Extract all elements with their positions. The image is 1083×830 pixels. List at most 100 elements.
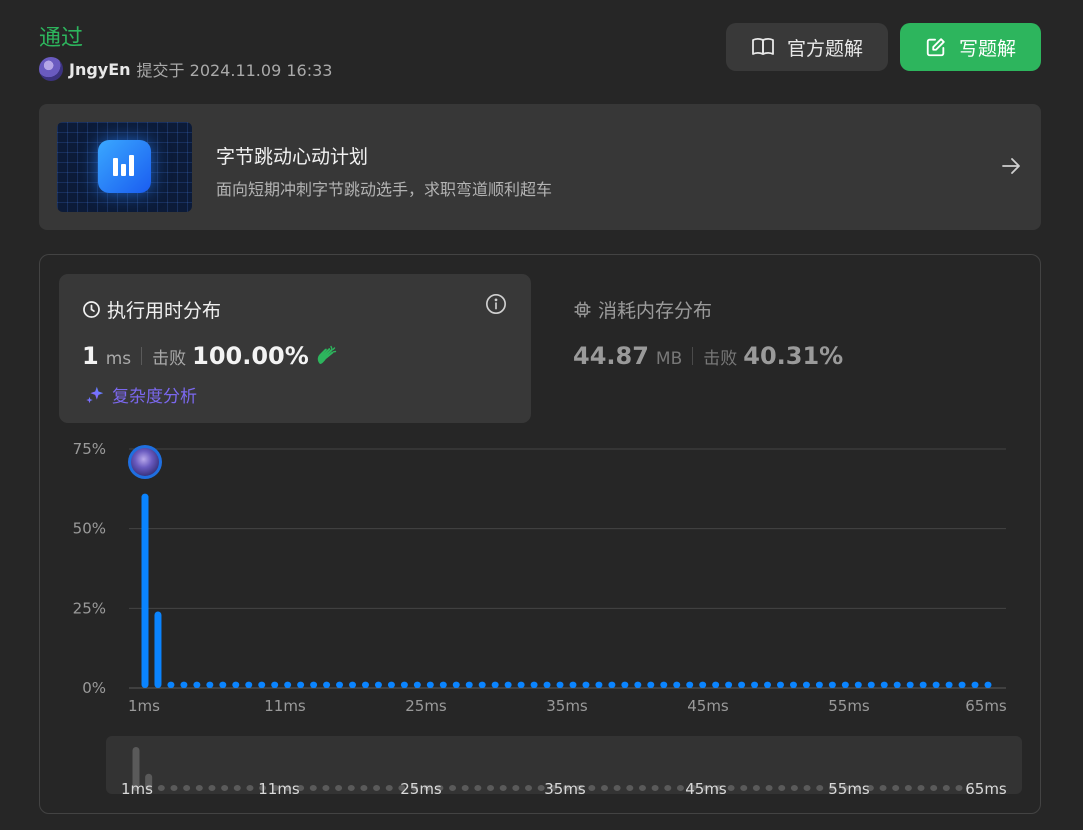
histogram-bar[interactable] (634, 681, 642, 688)
histogram-bar[interactable] (452, 681, 460, 688)
histogram-bar[interactable] (206, 681, 214, 688)
histogram-bar[interactable] (504, 681, 512, 688)
histogram-bar[interactable] (517, 681, 525, 688)
histogram-bar[interactable] (400, 681, 408, 688)
histogram-bar[interactable] (413, 681, 421, 688)
histogram-bar[interactable] (349, 681, 357, 688)
user-avatar[interactable] (39, 57, 63, 81)
histogram-bar[interactable] (141, 493, 149, 688)
navigator-tick-label: 45ms (685, 780, 727, 798)
histogram-bar[interactable] (841, 681, 849, 688)
histogram-bar[interactable] (387, 681, 395, 688)
histogram-bar[interactable] (219, 681, 227, 688)
histogram-bar[interactable] (893, 681, 901, 688)
histogram-bar[interactable] (284, 681, 292, 688)
histogram-bar[interactable] (686, 681, 694, 688)
histogram-bar[interactable] (867, 681, 875, 688)
histogram-bar[interactable] (154, 611, 162, 688)
navigator-bar (233, 785, 241, 791)
histogram-bar[interactable] (738, 681, 746, 688)
navigator-bar (335, 785, 343, 791)
histogram-bar[interactable] (323, 681, 331, 688)
write-solution-button[interactable]: 写题解 (900, 23, 1041, 71)
official-solution-button[interactable]: 官方题解 (726, 23, 888, 71)
histogram-bar[interactable] (764, 681, 772, 688)
navigator-bar (816, 785, 824, 791)
histogram-bar[interactable] (245, 681, 253, 688)
histogram-bar[interactable] (439, 681, 447, 688)
histogram-bar[interactable] (971, 681, 979, 688)
histogram-bar[interactable] (919, 681, 927, 688)
histogram-bar[interactable] (699, 681, 707, 688)
official-solution-label: 官方题解 (786, 37, 863, 60)
histogram-bar[interactable] (647, 681, 655, 688)
histogram-bar[interactable] (789, 681, 797, 688)
submission-status: 通过 (39, 26, 84, 51)
submitter-line: JngyEn 提交于 2024.11.09 16:33 (39, 56, 332, 82)
navigator-tick-label: 55ms (828, 780, 870, 798)
histogram-bar[interactable] (880, 681, 888, 688)
histogram-bar[interactable] (712, 681, 720, 688)
x-tick-label: 25ms (405, 697, 447, 715)
histogram-bar[interactable] (193, 681, 201, 688)
banner-title: 字节跳动心动计划 (216, 146, 369, 168)
histogram-bar[interactable] (465, 681, 473, 688)
histogram-bar[interactable] (336, 681, 344, 688)
navigator-bar (600, 785, 608, 791)
histogram-bar[interactable] (595, 681, 603, 688)
histogram-bar[interactable] (725, 681, 733, 688)
arrow-right-icon[interactable] (999, 154, 1023, 178)
histogram-bar[interactable] (543, 681, 551, 688)
histogram-bar[interactable] (608, 681, 616, 688)
runtime-distribution-chart[interactable]: 0% 25% 50% 75% 1ms 11ms 25ms 35ms 45ms 55ms 65ms 1m… (40, 255, 1040, 813)
histogram-bar[interactable] (232, 681, 240, 688)
histogram-bar[interactable] (854, 681, 862, 688)
histogram-bar[interactable] (374, 681, 382, 688)
navigator-bar (942, 785, 950, 791)
x-tick-label: 55ms (828, 697, 870, 715)
histogram-bar[interactable] (478, 681, 486, 688)
histogram-bar[interactable] (582, 681, 590, 688)
x-tick-label: 11ms (264, 697, 306, 715)
histogram-bar[interactable] (751, 681, 759, 688)
histogram-bar[interactable] (984, 681, 992, 688)
navigator-bar (879, 785, 887, 791)
histogram-bar[interactable] (426, 681, 434, 688)
histogram-bar[interactable] (802, 681, 810, 688)
histogram-bar[interactable] (530, 681, 538, 688)
histogram-bar[interactable] (906, 681, 914, 688)
username[interactable]: JngyEn (69, 60, 131, 79)
histogram-bar[interactable] (361, 681, 369, 688)
histogram-bar[interactable] (271, 681, 279, 688)
histogram-bar[interactable] (556, 681, 564, 688)
x-tick-label: 45ms (687, 697, 729, 715)
navigator-bar (740, 785, 748, 791)
histogram-bar[interactable] (310, 681, 318, 688)
navigator-bar (727, 785, 735, 791)
histogram-bar[interactable] (569, 681, 577, 688)
histogram-bar[interactable] (180, 681, 188, 688)
user-marker-avatar[interactable] (131, 448, 159, 476)
navigator-bar (195, 785, 203, 791)
banner-subtitle: 面向短期冲刺字节跳动选手，求职弯道顺利超车 (216, 180, 553, 199)
histogram-bar[interactable] (815, 681, 823, 688)
histogram-bar[interactable] (776, 681, 784, 688)
histogram-bar[interactable] (660, 681, 668, 688)
histogram-bar[interactable] (673, 681, 681, 688)
histogram-bar[interactable] (258, 681, 266, 688)
histogram-bar[interactable] (621, 681, 629, 688)
edit-icon (926, 38, 945, 57)
y-tick-label: 50% (73, 520, 106, 538)
histogram-bar[interactable] (932, 681, 940, 688)
histogram-bar[interactable] (297, 681, 305, 688)
histogram-bar[interactable] (491, 681, 499, 688)
navigator-bar (170, 785, 178, 791)
write-solution-label: 写题解 (958, 37, 1016, 60)
histogram-bar[interactable] (828, 681, 836, 688)
histogram-bar[interactable] (945, 681, 953, 688)
histogram-bar[interactable] (167, 681, 175, 688)
navigator-tick-label: 35ms (544, 780, 586, 798)
promo-banner[interactable]: 字节跳动心动计划 面向短期冲刺字节跳动选手，求职弯道顺利超车 (39, 104, 1041, 230)
navigator-bar (917, 785, 925, 791)
histogram-bar[interactable] (958, 681, 966, 688)
